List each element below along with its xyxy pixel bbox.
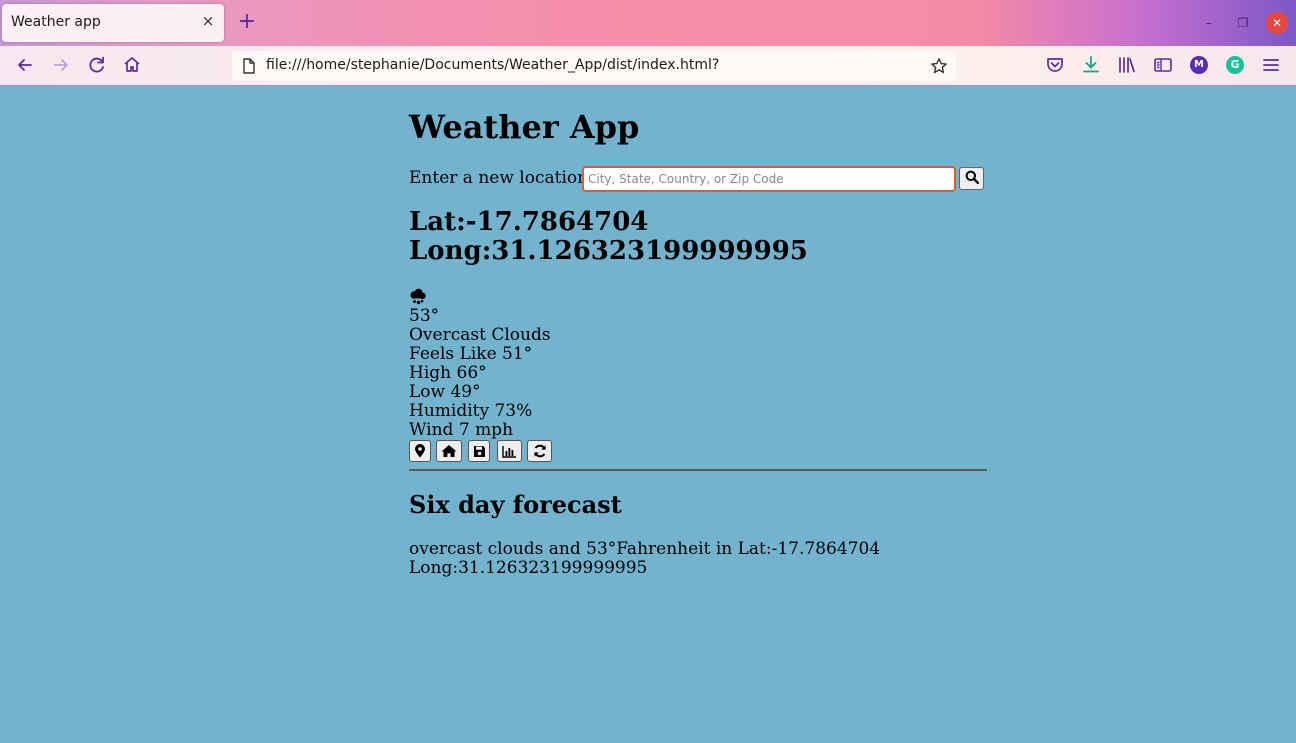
latitude-text: Lat:-17.7864704	[409, 207, 649, 237]
tab-title: Weather app	[11, 14, 101, 30]
temperature-text: 53°	[409, 306, 440, 326]
close-window-button[interactable]: ✕	[1266, 12, 1288, 34]
set-home-button[interactable]	[436, 440, 462, 462]
section-divider	[409, 469, 987, 471]
chart-icon	[502, 445, 516, 458]
new-tab-button[interactable]: +	[236, 11, 258, 34]
sidebar-icon[interactable]	[1152, 54, 1174, 76]
search-label: Enter a new location	[409, 168, 589, 188]
back-arrow-icon[interactable]	[14, 54, 36, 76]
coordinates-heading: Lat:-17.7864704 Long:31.126323199999995	[409, 208, 808, 266]
current-weather: 53° Overcast Clouds Feels Like 51° High …	[409, 288, 551, 440]
save-icon	[473, 445, 485, 457]
hamburger-menu-icon[interactable]	[1260, 54, 1282, 76]
account-avatar-icon[interactable]: M	[1190, 56, 1208, 74]
grammarly-extension-icon[interactable]: G	[1226, 56, 1244, 74]
address-bar[interactable]: file:///home/stephanie/Documents/Weather…	[232, 51, 956, 81]
downloads-icon[interactable]	[1080, 54, 1102, 76]
browser-tab[interactable]: Weather app ×	[2, 4, 224, 42]
low-temp-text: Low 49°	[409, 382, 481, 402]
minimize-window-button[interactable]: –	[1198, 12, 1220, 34]
forecast-heading: Six day forecast	[409, 490, 622, 519]
restore-window-button[interactable]: ❐	[1232, 12, 1254, 34]
browser-nav-bar: file:///home/stephanie/Documents/Weather…	[0, 46, 1296, 86]
reload-icon[interactable]	[86, 54, 108, 76]
home-icon[interactable]	[121, 54, 143, 76]
refresh-icon	[533, 444, 546, 458]
home-icon	[441, 445, 457, 457]
chart-button[interactable]	[497, 440, 522, 462]
wind-text: Wind 7 mph	[409, 420, 514, 440]
search-icon	[965, 170, 979, 184]
pocket-icon[interactable]	[1044, 54, 1066, 76]
forward-arrow-icon[interactable]	[50, 54, 72, 76]
search-button[interactable]	[959, 167, 984, 190]
forecast-summary: overcast clouds and 53°Fahrenheit in Lat…	[409, 539, 881, 578]
url-text: file:///home/stephanie/Documents/Weather…	[266, 57, 720, 73]
cloud-rain-icon	[410, 288, 426, 305]
tab-close-icon[interactable]: ×	[200, 13, 216, 29]
page-title: Weather App	[409, 108, 640, 146]
page-file-icon	[243, 58, 255, 74]
map-marker-icon	[415, 444, 425, 458]
location-search-input[interactable]	[582, 166, 956, 192]
longitude-text: Long:31.126323199999995	[409, 236, 808, 266]
high-temp-text: High 66°	[409, 363, 487, 383]
save-button[interactable]	[468, 440, 490, 462]
browser-tab-bar: Weather app × + – ❐ ✕	[0, 0, 1296, 46]
location-search-form: Enter a new location	[409, 166, 989, 192]
locate-button[interactable]	[409, 440, 431, 462]
humidity-text: Humidity 73%	[409, 401, 533, 421]
bookmark-star-icon[interactable]	[930, 57, 948, 75]
refresh-button[interactable]	[527, 440, 552, 462]
feels-like-text: Feels Like 51°	[409, 344, 533, 364]
library-icon[interactable]	[1116, 54, 1138, 76]
condition-text: Overcast Clouds	[409, 325, 551, 345]
